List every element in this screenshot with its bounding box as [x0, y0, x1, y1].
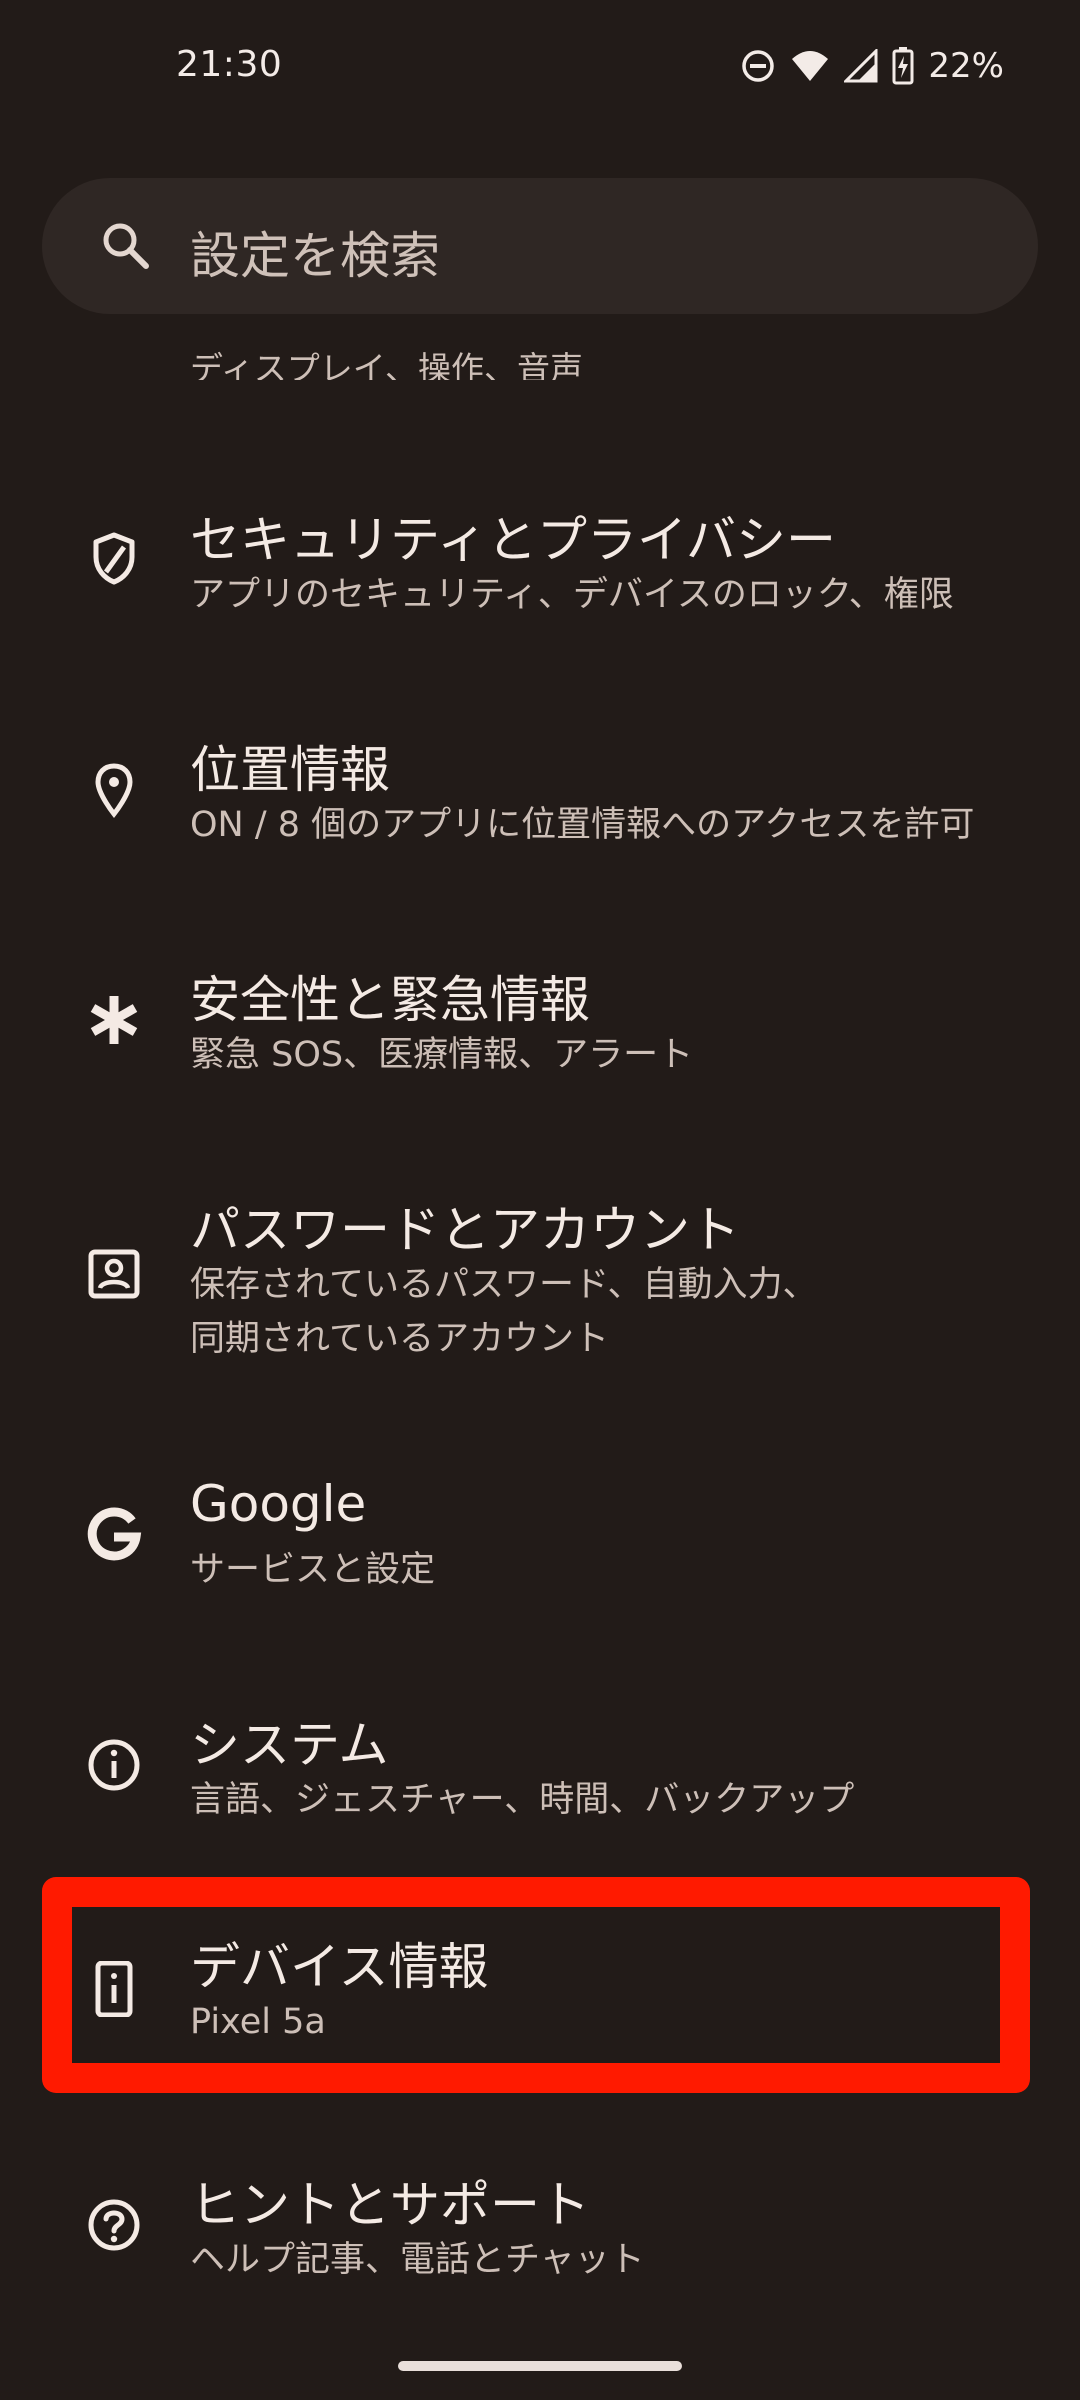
info-icon: [86, 1737, 142, 1793]
display-item-subtitle-partial[interactable]: ディスプレイ、操作、音声: [190, 346, 583, 380]
settings-item-subtitle: サービスと設定: [190, 1550, 436, 1590]
settings-item-subtitle: ヘルプ記事、電話とチャット: [190, 2240, 645, 2280]
clock: 21:30: [176, 44, 283, 85]
settings-item-title: 位置情報: [190, 741, 390, 799]
google-icon: [86, 1507, 142, 1563]
settings-search-bar[interactable]: 設定を検索: [42, 178, 1038, 314]
settings-item-subtitle: 言語、ジェスチャー、時間、バックアップ: [190, 1780, 855, 1820]
settings-item-title: 安全性と緊急情報: [190, 971, 590, 1029]
settings-item-subtitle-line2: 同期されているアカウント: [190, 1319, 609, 1359]
highlight-annotation-box: [42, 1877, 1030, 2093]
search-icon: [98, 218, 154, 274]
settings-item-subtitle: 緊急 SOS、医療情報、アラート: [190, 1035, 694, 1075]
settings-item-location[interactable]: 位置情報 ON / 8 個のアプリに位置情報へのアクセスを許可: [0, 710, 1080, 910]
settings-item-title: システム: [190, 1716, 389, 1774]
do-not-disturb-icon: [740, 48, 776, 84]
help-icon: [86, 2197, 142, 2253]
settings-item-safety-emergency[interactable]: 安全性と緊急情報 緊急 SOS、医療情報、アラート: [0, 940, 1080, 1140]
battery-charging-icon: [892, 47, 914, 85]
location-pin-icon: [86, 762, 142, 818]
settings-item-security[interactable]: セキュリティとプライバシー アプリのセキュリティ、デバイスのロック、権限: [0, 480, 1080, 680]
battery-percent: 22%: [928, 46, 1004, 86]
asterisk-icon: [86, 992, 142, 1048]
shield-icon: [86, 530, 142, 586]
settings-item-system[interactable]: システム 言語、ジェスチャー、時間、バックアップ: [0, 1685, 1080, 1885]
status-icons: 22%: [740, 44, 1004, 88]
search-placeholder: 設定を検索: [190, 227, 440, 285]
settings-item-subtitle-line1: 保存されているパスワード、自動入力、: [190, 1265, 818, 1305]
wifi-icon: [790, 49, 830, 83]
settings-item-subtitle: アプリのセキュリティ、デバイスのロック、権限: [190, 575, 954, 615]
settings-item-subtitle: ON / 8 個のアプリに位置情報へのアクセスを許可: [190, 805, 975, 845]
account-box-icon: [86, 1246, 142, 1302]
settings-item-title: パスワードとアカウント: [190, 1201, 740, 1259]
home-indicator[interactable]: [398, 2361, 682, 2371]
settings-item-google[interactable]: Google サービスと設定: [0, 1455, 1080, 1655]
settings-item-tips-support[interactable]: ヒントとサポート ヘルプ記事、電話とチャット: [0, 2145, 1080, 2345]
settings-item-title: Google: [190, 1475, 367, 1533]
signal-icon: [844, 49, 878, 83]
settings-item-passwords-accounts[interactable]: パスワードとアカウント 保存されているパスワード、自動入力、 同期されているアカ…: [0, 1170, 1080, 1370]
settings-item-title: ヒントとサポート: [190, 2176, 590, 2234]
status-bar: 21:30 22%: [0, 0, 1080, 135]
settings-item-title: セキュリティとプライバシー: [190, 511, 836, 569]
